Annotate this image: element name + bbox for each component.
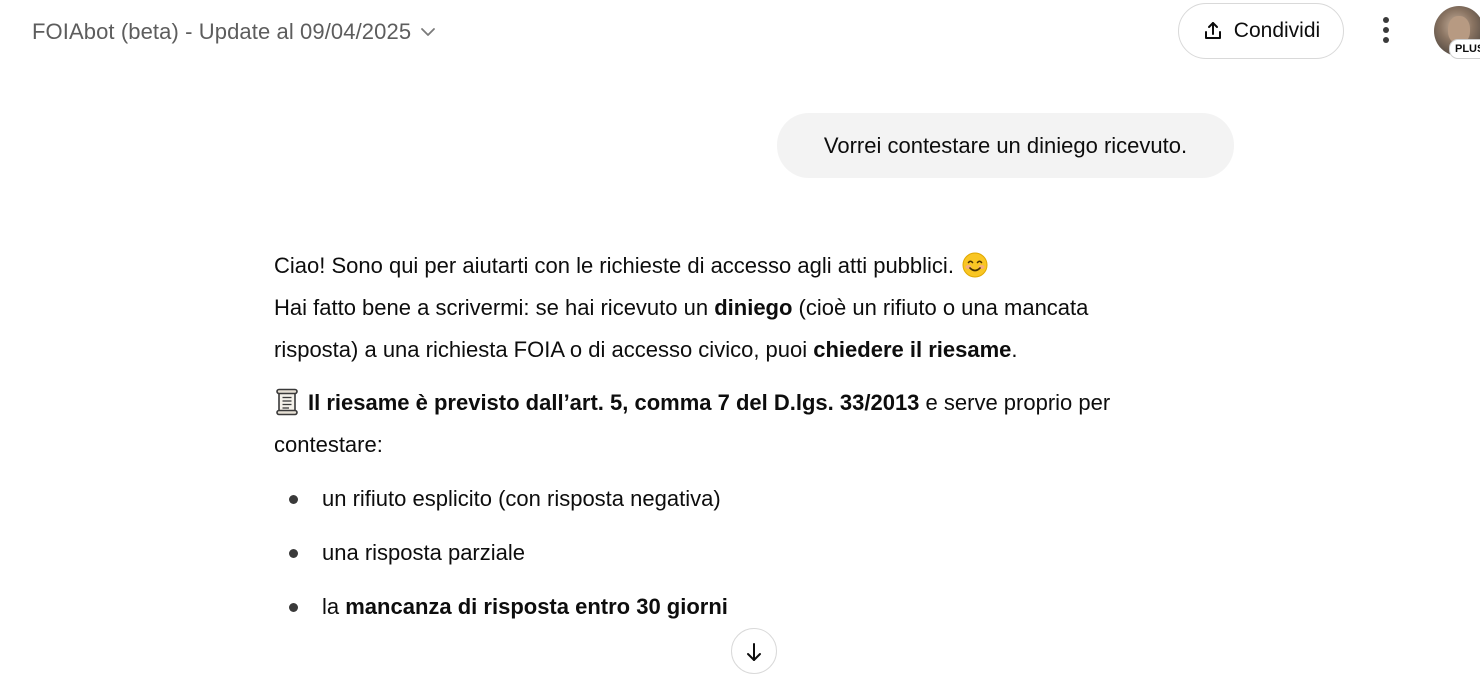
more-vertical-icon — [1382, 16, 1390, 49]
list-item-text: la — [322, 594, 346, 619]
greeting-text: Ciao! Sono qui per aiutarti con le richi… — [274, 253, 954, 278]
arrow-down-icon — [743, 642, 765, 669]
list-item-text: un rifiuto esplicito (con risposta negat… — [322, 486, 721, 511]
riesame-legal-bold: Il riesame è previsto dall’art. 5, comma… — [308, 390, 920, 415]
scroll-to-bottom-button[interactable] — [731, 628, 777, 674]
list-item: la mancanza di risposta entro 30 giorni — [274, 586, 1174, 640]
bullet-dot — [289, 495, 298, 504]
plan-badge: PLUS — [1449, 39, 1480, 59]
chevron-down-icon — [419, 23, 437, 41]
model-selector[interactable]: FOIAbot (beta) - Update al 09/04/2025 — [22, 12, 447, 52]
user-message-bubble: Vorrei contestare un diniego ricevuto. — [777, 113, 1234, 178]
assistant-message: Ciao! Sono qui per aiutarti con le richi… — [274, 245, 1174, 640]
bullet-dot — [289, 603, 298, 612]
assistant-paragraph-2: Il riesame è previsto dall’art. 5, comma… — [274, 382, 1174, 466]
assistant-paragraph-1: Ciao! Sono qui per aiutarti con le richi… — [274, 245, 1174, 371]
scroll-icon — [274, 388, 300, 416]
more-options-button[interactable] — [1366, 12, 1406, 52]
intro-text-c: . — [1011, 337, 1018, 362]
list-item-text: una risposta parziale — [322, 540, 526, 565]
diniego-bold: diniego — [714, 295, 793, 320]
reasons-list: un rifiuto esplicito (con risposta negat… — [274, 478, 1174, 640]
intro-text-a: Hai fatto bene a scrivermi: se hai ricev… — [274, 295, 715, 320]
share-label: Condividi — [1233, 19, 1321, 42]
share-icon — [1202, 20, 1224, 42]
list-item-bold: mancanza di risposta entro 30 giorni — [345, 594, 728, 619]
riesame-bold: chiedere il riesame — [813, 337, 1012, 362]
smiling-face-icon — [962, 250, 988, 278]
list-item: una risposta parziale — [274, 532, 1174, 586]
user-message-text: Vorrei contestare un diniego ricevuto. — [823, 132, 1188, 158]
list-item: un rifiuto esplicito (con risposta negat… — [274, 478, 1174, 532]
bullet-dot — [289, 549, 298, 558]
model-title: FOIAbot (beta) - Update al 09/04/2025 — [32, 19, 412, 44]
top-bar: FOIAbot (beta) - Update al 09/04/2025 Co… — [0, 0, 1480, 64]
share-button[interactable]: Condividi — [1178, 3, 1344, 59]
